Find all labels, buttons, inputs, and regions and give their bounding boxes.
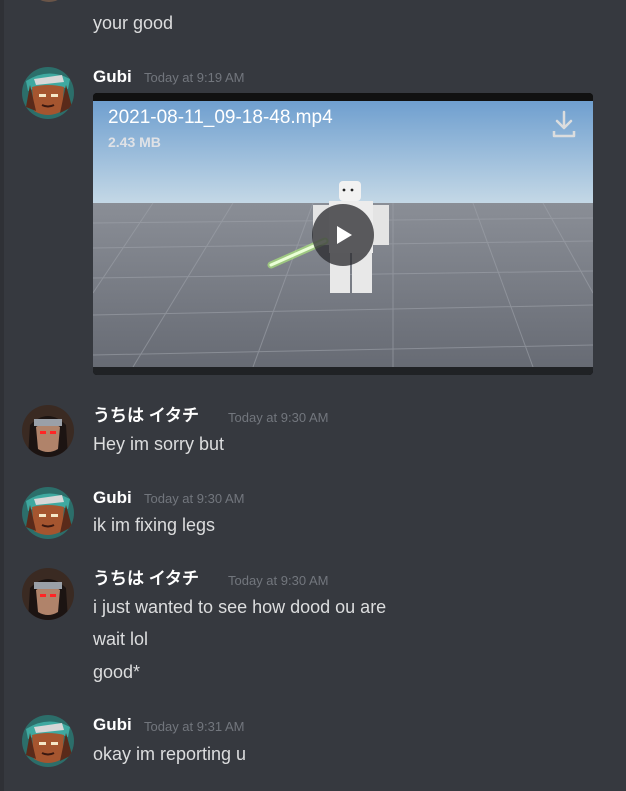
itachi-avatar[interactable] <box>22 568 74 620</box>
message-text: i just wanted to see how dood ou are <box>93 597 387 617</box>
message-timestamp: Today at 9:19 AM <box>144 70 245 85</box>
message-author[interactable]: うちは イタチ <box>93 568 199 590</box>
message-timestamp: Today at 9:31 AM <box>144 719 245 734</box>
message-text: ik im fixing legs <box>93 515 216 535</box>
video-attachment[interactable]: 2021-08-11_09-18-48.mp4 2.43 MB <box>93 93 593 375</box>
avatar[interactable] <box>34 0 64 2</box>
gubi-avatar[interactable] <box>22 487 74 539</box>
gubi-avatar[interactable] <box>22 67 74 119</box>
message-text: your good <box>93 13 174 33</box>
play-button[interactable] <box>312 204 374 266</box>
message-text: okay im reporting u <box>93 744 247 764</box>
message-timestamp: Today at 9:30 AM <box>228 573 329 588</box>
message-author[interactable]: うちは イタチ <box>93 405 199 427</box>
left-panel-edge <box>0 0 4 791</box>
message-text: Hey im sorry but <box>93 434 225 454</box>
message-timestamp: Today at 9:30 AM <box>144 491 245 506</box>
message-author[interactable]: Gubi <box>93 66 132 88</box>
video-filename[interactable]: 2021-08-11_09-18-48.mp4 <box>108 106 333 130</box>
message-text: good* <box>93 662 141 682</box>
message-author[interactable]: Gubi <box>93 487 132 509</box>
gubi-avatar[interactable] <box>22 715 74 767</box>
itachi-avatar[interactable] <box>22 405 74 457</box>
message-text: wait lol <box>93 629 149 649</box>
message-timestamp: Today at 9:30 AM <box>228 410 329 425</box>
download-icon[interactable] <box>551 109 577 139</box>
message-author[interactable]: Gubi <box>93 714 132 736</box>
video-filesize: 2.43 MB <box>108 134 161 150</box>
play-icon <box>337 226 352 244</box>
